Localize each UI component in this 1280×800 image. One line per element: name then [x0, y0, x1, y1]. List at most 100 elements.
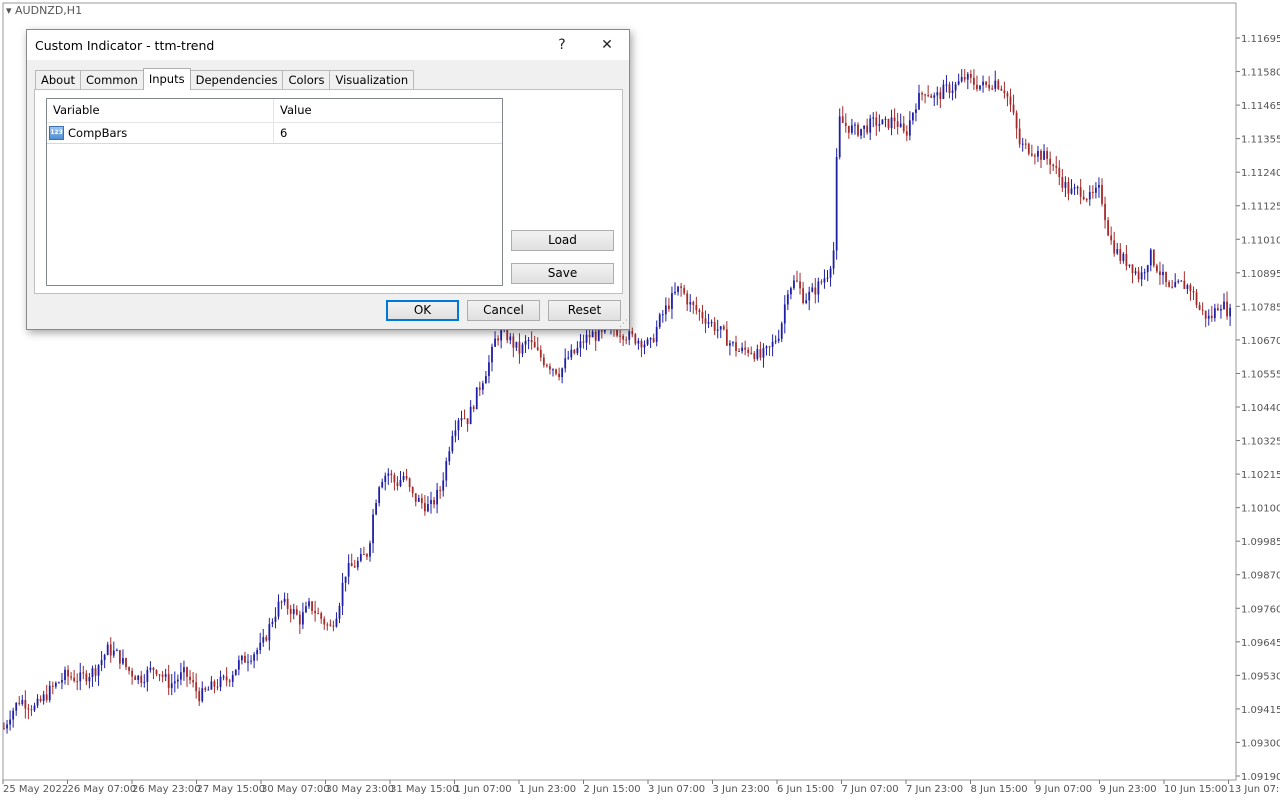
bear-candle — [189, 676, 191, 681]
bull-candle — [933, 95, 936, 98]
tab-inputs[interactable]: Inputs — [142, 68, 191, 90]
bull-candle — [1134, 271, 1137, 274]
bull-candle — [488, 362, 490, 377]
bear-candle — [738, 351, 740, 353]
price-axis-label: 1.11580 — [1241, 68, 1280, 79]
bull-candle — [237, 660, 240, 670]
symbol-text: AUDNZD,H1 — [15, 4, 83, 17]
bear-candle — [353, 566, 356, 568]
bull-candle — [808, 291, 811, 301]
bull-candle — [42, 694, 45, 702]
bull-candle — [1043, 151, 1045, 160]
bear-candle — [1030, 153, 1033, 156]
bear-candle — [408, 478, 411, 488]
bear-candle — [976, 84, 978, 90]
integer-type-icon: 123 — [49, 126, 64, 140]
bull-candle — [1088, 191, 1091, 200]
close-button[interactable]: ✕ — [593, 34, 621, 56]
bear-candle — [1201, 309, 1204, 311]
symbol-dropdown-icon[interactable]: ▾ — [6, 4, 15, 17]
bear-candle — [701, 312, 704, 319]
bull-candle — [710, 322, 713, 324]
time-axis-label: 25 May 2022 — [3, 784, 68, 795]
bull-candle — [451, 435, 454, 452]
tab-visualization[interactable]: Visualization — [329, 70, 415, 89]
bear-candle — [558, 373, 560, 378]
load-button[interactable]: Load — [511, 230, 614, 251]
bear-candle — [973, 77, 975, 85]
bull-candle — [863, 125, 865, 129]
bear-candle — [1171, 286, 1174, 288]
bear-candle — [896, 121, 899, 127]
bull-candle — [579, 341, 582, 348]
bear-candle — [713, 322, 716, 331]
price-axis-label: 1.10440 — [1241, 403, 1280, 414]
tab-common[interactable]: Common — [80, 70, 144, 89]
column-header-variable[interactable]: Variable — [47, 99, 274, 122]
bull-candle — [597, 330, 600, 341]
bull-candle — [826, 277, 829, 279]
column-header-value[interactable]: Value — [274, 99, 502, 122]
bull-candle — [793, 280, 795, 289]
variable-cell[interactable]: 123 CompBars — [47, 123, 274, 143]
bear-candle — [530, 340, 533, 343]
bear-candle — [286, 598, 289, 609]
tab-colors[interactable]: Colors — [282, 70, 331, 89]
bear-candle — [619, 335, 621, 337]
bear-candle — [30, 709, 33, 711]
tab-dependencies[interactable]: Dependencies — [189, 70, 284, 89]
bull-candle — [732, 342, 734, 344]
bear-candle — [725, 329, 728, 346]
bear-candle — [204, 688, 207, 690]
tab-about[interactable]: About — [35, 70, 82, 89]
price-axis-label: 1.09870 — [1241, 571, 1280, 582]
bull-candle — [762, 348, 765, 358]
bull-candle — [475, 387, 478, 410]
bear-candle — [625, 339, 628, 341]
bull-candle — [292, 609, 295, 614]
cancel-button[interactable]: Cancel — [467, 300, 540, 321]
price-axis-label: 1.11695 — [1241, 34, 1280, 45]
bear-candle — [320, 613, 323, 619]
bear-candle — [1067, 181, 1070, 194]
bear-candle — [1034, 155, 1036, 157]
bull-candle — [783, 304, 786, 324]
value-cell[interactable]: 6 — [274, 123, 502, 143]
bear-candle — [759, 349, 762, 358]
dialog-titlebar[interactable]: Custom Indicator - ttm-trend ? ✕ — [27, 30, 629, 60]
bull-candle — [1143, 272, 1146, 274]
bear-candle — [1210, 315, 1213, 319]
bull-candle — [771, 341, 774, 347]
inputs-grid[interactable]: Variable Value 123 CompBars 6 — [46, 98, 503, 286]
help-button[interactable]: ? — [548, 34, 576, 56]
bull-candle — [417, 498, 420, 502]
bull-candle — [945, 84, 948, 86]
price-axis-label: 1.11355 — [1241, 135, 1280, 146]
reset-button[interactable]: Reset — [548, 300, 621, 321]
resize-grip-icon[interactable]: ⋰ — [618, 318, 628, 328]
bull-candle — [494, 338, 496, 347]
bull-candle — [1116, 249, 1119, 254]
bear-candle — [155, 670, 158, 675]
bull-candle — [164, 674, 167, 677]
save-button[interactable]: Save — [511, 263, 614, 284]
price-axis-label: 1.11125 — [1241, 202, 1280, 213]
bear-candle — [466, 418, 469, 425]
bear-candle — [753, 353, 756, 359]
bull-candle — [774, 340, 777, 342]
bear-candle — [433, 499, 435, 505]
bear-candle — [814, 287, 817, 295]
bear-candle — [1018, 128, 1021, 145]
ok-button[interactable]: OK — [386, 300, 459, 321]
price-axis-label: 1.09190 — [1241, 772, 1280, 783]
table-row[interactable]: 123 CompBars 6 — [47, 123, 502, 144]
bear-candle — [167, 674, 170, 689]
bear-candle — [1082, 196, 1085, 200]
bull-candle — [485, 376, 487, 384]
bull-candle — [671, 293, 673, 309]
bear-candle — [969, 74, 972, 78]
bull-candle — [21, 699, 24, 705]
bull-candle — [250, 660, 252, 662]
bull-candle — [637, 340, 640, 344]
bear-candle — [27, 708, 30, 710]
